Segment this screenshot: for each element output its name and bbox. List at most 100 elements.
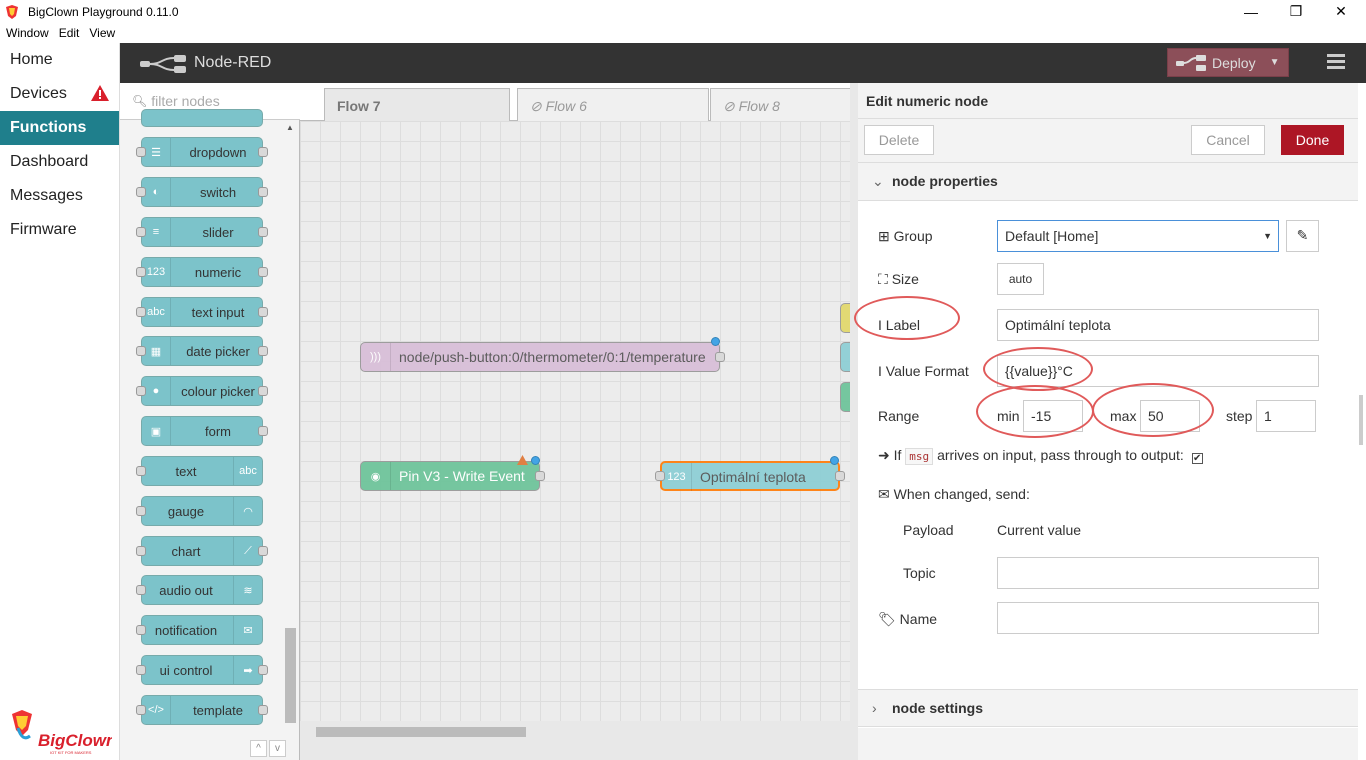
size-label: ⛶ Size bbox=[878, 271, 919, 287]
output-port[interactable] bbox=[715, 352, 725, 362]
menu-view[interactable]: View bbox=[89, 26, 115, 40]
palette-scrollbar[interactable]: ▲ bbox=[285, 123, 296, 723]
workspace-horizontal-scrollbar[interactable] bbox=[316, 727, 842, 737]
caret-down-icon: ▼ bbox=[1263, 231, 1272, 241]
output-port[interactable] bbox=[258, 426, 268, 436]
output-port[interactable] bbox=[258, 187, 268, 197]
palette-node-gauge[interactable]: gauge ◠ bbox=[136, 496, 263, 526]
passthrough-checkbox[interactable]: ✔ bbox=[1191, 453, 1203, 464]
palette-node-text[interactable]: text abc bbox=[136, 456, 263, 486]
gauge-icon: ◠ bbox=[233, 497, 262, 525]
tab-flow-7[interactable]: Flow 7 bbox=[324, 88, 510, 121]
deploy-label: Deploy bbox=[1212, 54, 1256, 71]
group-select[interactable]: Default [Home] ▼ bbox=[997, 220, 1279, 252]
scroll-up-icon[interactable]: ▲ bbox=[286, 123, 294, 132]
palette-node-audio-out[interactable]: audio out ≋ bbox=[136, 575, 263, 605]
size-button[interactable]: auto bbox=[997, 263, 1044, 295]
text-icon: abc bbox=[233, 457, 262, 485]
palette-node-template[interactable]: </> template bbox=[136, 695, 268, 725]
globe-icon: ◉ bbox=[361, 462, 391, 490]
envelope-icon: ✉ bbox=[233, 616, 262, 644]
palette-node-label: template bbox=[193, 703, 243, 718]
node-properties-header[interactable]: ⌄ node properties bbox=[858, 163, 1358, 201]
maximize-button[interactable]: ❐ bbox=[1273, 0, 1319, 23]
chevron-right-icon: › bbox=[872, 700, 877, 716]
chevron-down-icon: ⌄ bbox=[872, 173, 884, 189]
minimize-button[interactable]: — bbox=[1228, 0, 1274, 23]
pencil-icon: ✎ bbox=[1296, 227, 1309, 243]
palette-node-switch[interactable]: ◐ switch bbox=[136, 177, 268, 207]
flow-canvas[interactable]: ))) node/push-button:0/thermometer/0:1/t… bbox=[300, 121, 860, 721]
scrollbar-thumb[interactable] bbox=[316, 727, 526, 737]
output-port[interactable] bbox=[535, 471, 545, 481]
output-port[interactable] bbox=[258, 386, 268, 396]
topic-label: Topic bbox=[903, 565, 936, 581]
nav-firmware[interactable]: Firmware bbox=[0, 213, 119, 247]
text-input-icon: abc bbox=[142, 298, 171, 326]
window-title-bar: BigClown Playground 0.11.0 bbox=[0, 0, 1366, 23]
payload-label: Payload bbox=[903, 522, 954, 538]
bigclown-logo: BigClown IOT KIT FOR MAKERS bbox=[12, 710, 112, 755]
nav-functions[interactable]: Functions bbox=[0, 111, 119, 145]
close-window-button[interactable]: ✕ bbox=[1318, 0, 1364, 23]
topic-input[interactable] bbox=[997, 557, 1319, 589]
step-input[interactable]: 1 bbox=[1256, 400, 1316, 432]
palette-node-chart[interactable]: chart ⟋ bbox=[136, 536, 268, 566]
palette-node-ui-control[interactable]: ui control ➡ bbox=[136, 655, 268, 685]
text-cursor-icon: I bbox=[878, 363, 882, 379]
output-port[interactable] bbox=[258, 227, 268, 237]
output-port[interactable] bbox=[258, 665, 268, 675]
palette-node-colour-picker[interactable]: ● colour picker bbox=[136, 376, 268, 406]
dropdown-icon: ☰ bbox=[142, 138, 171, 166]
palette-node-form[interactable]: ▣ form bbox=[141, 416, 268, 446]
palette-node-partial[interactable] bbox=[141, 109, 263, 127]
palette-scrollbar-thumb[interactable] bbox=[285, 628, 296, 723]
palette-node-notification[interactable]: notification ✉ bbox=[136, 615, 263, 645]
deploy-button[interactable]: Deploy ▼ bbox=[1167, 48, 1289, 77]
cancel-button[interactable]: Cancel bbox=[1191, 125, 1265, 155]
palette-node-text-input[interactable]: abc text input bbox=[136, 297, 268, 327]
changed-indicator bbox=[711, 337, 720, 346]
flow-node-mqtt-in[interactable]: ))) node/push-button:0/thermometer/0:1/t… bbox=[360, 337, 725, 372]
done-button[interactable]: Done bbox=[1281, 125, 1344, 155]
palette-node-numeric[interactable]: 123 numeric bbox=[136, 257, 268, 287]
editor-scrollbar[interactable] bbox=[1359, 395, 1363, 445]
palette-node-date-picker[interactable]: ▦ date picker bbox=[136, 336, 268, 366]
palette-node-label: chart bbox=[171, 544, 201, 559]
table-icon: ⊞ bbox=[878, 228, 890, 244]
output-port[interactable] bbox=[258, 346, 268, 356]
flow-node-pin-write[interactable]: ◉ Pin V3 - Write Event bbox=[360, 455, 545, 491]
wifi-icon: ≋ bbox=[233, 576, 262, 604]
tab-flow-8[interactable]: ⊘ Flow 8 bbox=[710, 88, 860, 121]
menu-icon[interactable] bbox=[1327, 54, 1345, 70]
flow-node-numeric-selected[interactable]: 123 Optimální teplota bbox=[655, 456, 845, 491]
edit-group-button[interactable]: ✎ bbox=[1286, 220, 1319, 252]
output-port[interactable] bbox=[258, 546, 268, 556]
nav-devices[interactable]: Devices bbox=[0, 77, 119, 111]
caret-down-icon[interactable]: ▼ bbox=[1270, 57, 1280, 68]
menu-edit[interactable]: Edit bbox=[59, 26, 80, 40]
output-port[interactable] bbox=[258, 705, 268, 715]
form-icon: ▣ bbox=[142, 417, 171, 445]
menu-window[interactable]: Window bbox=[6, 26, 49, 40]
nav-home[interactable]: Home bbox=[0, 43, 119, 77]
palette-node-dropdown[interactable]: ☰ dropdown bbox=[136, 137, 268, 167]
node-settings-header[interactable]: › node settings bbox=[858, 689, 1358, 727]
output-port[interactable] bbox=[258, 267, 268, 277]
disabled-icon: ⊘ bbox=[723, 98, 735, 114]
label-input[interactable]: Optimální teplota bbox=[997, 309, 1319, 341]
collapse-up-button[interactable]: ^ bbox=[250, 740, 267, 757]
output-port[interactable] bbox=[258, 307, 268, 317]
editor-footer bbox=[858, 728, 1358, 760]
nav-dashboard[interactable]: Dashboard bbox=[0, 145, 119, 179]
nav-messages[interactable]: Messages bbox=[0, 179, 119, 213]
name-input[interactable] bbox=[997, 602, 1319, 634]
delete-button[interactable]: Delete bbox=[864, 125, 934, 155]
output-port[interactable] bbox=[835, 471, 845, 481]
output-port[interactable] bbox=[258, 147, 268, 157]
collapse-down-button[interactable]: v bbox=[269, 740, 286, 757]
palette-node-slider[interactable]: ≡ slider bbox=[136, 217, 268, 247]
tab-flow-6[interactable]: ⊘ Flow 6 bbox=[517, 88, 709, 121]
toggle-icon: ◐ bbox=[142, 178, 171, 206]
nodered-logo-icon bbox=[140, 55, 186, 73]
